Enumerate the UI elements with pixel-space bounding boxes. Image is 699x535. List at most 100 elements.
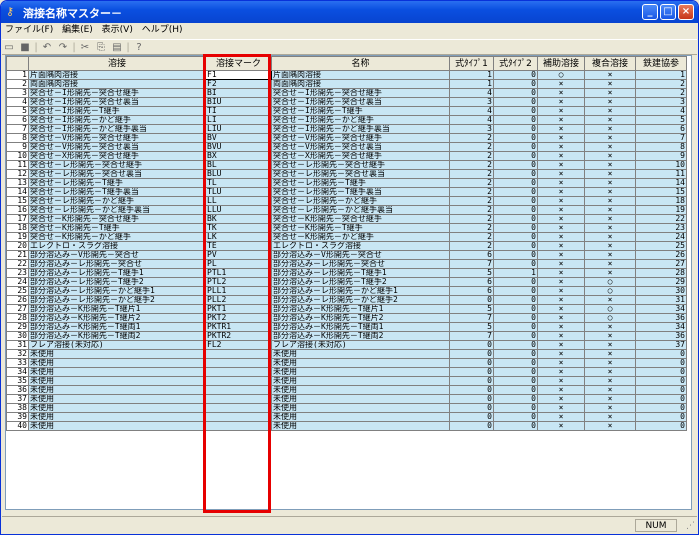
aux-weld-cell[interactable]: × [537, 88, 585, 98]
weld-mark-cell[interactable]: PKT2 [205, 313, 272, 323]
formula-type1-cell[interactable]: 0 [449, 385, 494, 395]
weld-mark-cell[interactable]: FL2 [205, 340, 272, 350]
composite-weld-cell[interactable]: × [584, 97, 636, 107]
steel-assoc-cell[interactable]: 0 [635, 367, 687, 377]
steel-assoc-cell[interactable]: 9 [635, 151, 687, 161]
aux-weld-cell[interactable]: × [537, 214, 585, 224]
aux-weld-cell[interactable]: × [537, 277, 585, 287]
steel-assoc-cell[interactable]: 4 [635, 106, 687, 116]
weld-mark-cell[interactable]: BK [205, 214, 272, 224]
weld-cell[interactable]: 突合せ－I形開先－かど継手裏当 [28, 124, 206, 134]
formula-type1-cell[interactable]: 6 [449, 286, 494, 296]
composite-weld-cell[interactable]: × [584, 70, 636, 80]
weld-mark-cell[interactable]: TI [205, 106, 272, 116]
formula-type1-cell[interactable]: 0 [449, 421, 494, 431]
aux-weld-cell[interactable]: × [537, 133, 585, 143]
formula-type2-cell[interactable]: 0 [493, 421, 538, 431]
composite-weld-cell[interactable]: × [584, 421, 636, 431]
name-cell[interactable]: 部分溶込み－レ形開先－T継手1 [271, 268, 450, 278]
paste-icon[interactable]: ▤ [110, 40, 124, 55]
composite-weld-cell[interactable]: × [584, 196, 636, 206]
formula-type1-cell[interactable]: 2 [449, 223, 494, 233]
composite-weld-cell[interactable]: × [584, 178, 636, 188]
formula-type1-cell[interactable]: 0 [449, 403, 494, 413]
weld-cell[interactable]: 突合せ－X形開先－突合せ継手 [28, 151, 206, 161]
weld-mark-cell[interactable]: PKTR2 [205, 331, 272, 341]
formula-type2-cell[interactable]: 0 [493, 214, 538, 224]
name-cell[interactable]: フレア溶接(未対応) [271, 340, 450, 350]
name-cell[interactable]: 未使用 [271, 394, 450, 404]
weld-cell[interactable]: 部分溶込み－レ形開先－T継手1 [28, 268, 206, 278]
formula-type1-cell[interactable]: 2 [449, 205, 494, 215]
steel-assoc-cell[interactable]: 34 [635, 304, 687, 314]
name-cell[interactable]: 部分溶込み－K形開先－T継両2 [271, 331, 450, 341]
weld-cell[interactable]: 部分溶込み－K形開先－T継片1 [28, 304, 206, 314]
formula-type2-cell[interactable]: 0 [493, 196, 538, 206]
formula-type2-cell[interactable]: 0 [493, 313, 538, 323]
composite-weld-cell[interactable]: × [584, 106, 636, 116]
steel-assoc-cell[interactable]: 23 [635, 223, 687, 233]
name-cell[interactable]: 未使用 [271, 421, 450, 431]
steel-assoc-cell[interactable]: 15 [635, 187, 687, 197]
weld-cell[interactable]: 突合せ－I形開先－かど継手 [28, 115, 206, 125]
formula-type2-cell[interactable]: 0 [493, 250, 538, 260]
weld-cell[interactable]: フレア溶接(未対応) [28, 340, 206, 350]
aux-weld-cell[interactable]: × [537, 367, 585, 377]
weld-mark-cell[interactable]: TL [205, 178, 272, 188]
aux-weld-cell[interactable]: × [537, 106, 585, 116]
steel-assoc-cell[interactable]: 36 [635, 313, 687, 323]
composite-weld-cell[interactable]: × [584, 331, 636, 341]
weld-cell[interactable]: 突合せ－レ形開先－突合せ継手 [28, 160, 206, 170]
steel-assoc-cell[interactable]: 0 [635, 394, 687, 404]
formula-type2-cell[interactable]: 0 [493, 178, 538, 188]
aux-weld-cell[interactable]: × [537, 178, 585, 188]
weld-mark-cell[interactable] [205, 394, 272, 404]
aux-weld-cell[interactable]: × [537, 169, 585, 179]
formula-type1-cell[interactable]: 2 [449, 196, 494, 206]
name-cell[interactable]: 未使用 [271, 376, 450, 386]
name-cell[interactable]: 部分溶込み－レ形開先－T継手2 [271, 277, 450, 287]
name-cell[interactable]: 未使用 [271, 403, 450, 413]
aux-weld-cell[interactable]: × [537, 268, 585, 278]
weld-cell[interactable]: 突合せ－レ形開先－T継手裏当 [28, 187, 206, 197]
aux-weld-cell[interactable]: × [537, 79, 585, 89]
steel-assoc-cell[interactable]: 0 [635, 412, 687, 422]
menu-help[interactable]: ヘルプ(H) [139, 23, 186, 38]
weld-cell[interactable]: 部分溶込み－レ形開先－かど継手1 [28, 286, 206, 296]
formula-type1-cell[interactable]: 2 [449, 178, 494, 188]
steel-assoc-cell[interactable]: 36 [635, 331, 687, 341]
weld-cell[interactable]: 両面隅肉溶接 [28, 79, 206, 89]
steel-assoc-cell[interactable]: 0 [635, 349, 687, 359]
composite-weld-cell[interactable]: × [584, 367, 636, 377]
weld-mark-cell[interactable]: BL [205, 160, 272, 170]
formula-type2-cell[interactable]: 0 [493, 322, 538, 332]
steel-assoc-cell[interactable]: 1 [635, 70, 687, 80]
name-cell[interactable]: 両面隅肉溶接 [271, 79, 450, 89]
weld-cell[interactable]: 未使用 [28, 349, 206, 359]
weld-mark-cell[interactable] [205, 367, 272, 377]
maximize-button[interactable]: □ [660, 4, 676, 20]
formula-type1-cell[interactable]: 4 [449, 115, 494, 125]
steel-assoc-cell[interactable]: 30 [635, 286, 687, 296]
weld-cell[interactable]: エレクトロ・スラグ溶接 [28, 241, 206, 251]
formula-type1-cell[interactable]: 1 [449, 79, 494, 89]
steel-assoc-cell[interactable]: 29 [635, 277, 687, 287]
name-cell[interactable]: 突合せ－I形開先－突合せ裏当 [271, 97, 450, 107]
name-cell[interactable]: 突合せ－I形開先－かど継手裏当 [271, 124, 450, 134]
steel-assoc-cell[interactable]: 0 [635, 376, 687, 386]
weld-cell[interactable]: 片面隅肉溶接 [28, 70, 206, 80]
aux-weld-cell[interactable]: × [537, 286, 585, 296]
composite-weld-header[interactable]: 複合溶接 [584, 56, 636, 71]
weld-cell[interactable]: 未使用 [28, 367, 206, 377]
aux-weld-cell[interactable]: × [537, 313, 585, 323]
aux-weld-cell[interactable]: × [537, 421, 585, 431]
aux-weld-cell[interactable]: × [537, 151, 585, 161]
weld-mark-cell[interactable] [205, 376, 272, 386]
aux-weld-cell[interactable]: × [537, 115, 585, 125]
weld-cell[interactable]: 突合せ－V形開先－突合せ裏当 [28, 142, 206, 152]
formula-type2-cell[interactable]: 0 [493, 223, 538, 233]
weld-mark-header[interactable]: 溶接マーク [205, 56, 272, 71]
formula-type1-cell[interactable]: 0 [449, 376, 494, 386]
formula-type2-cell[interactable]: 0 [493, 115, 538, 125]
formula-type2-cell[interactable]: 1 [493, 268, 538, 278]
